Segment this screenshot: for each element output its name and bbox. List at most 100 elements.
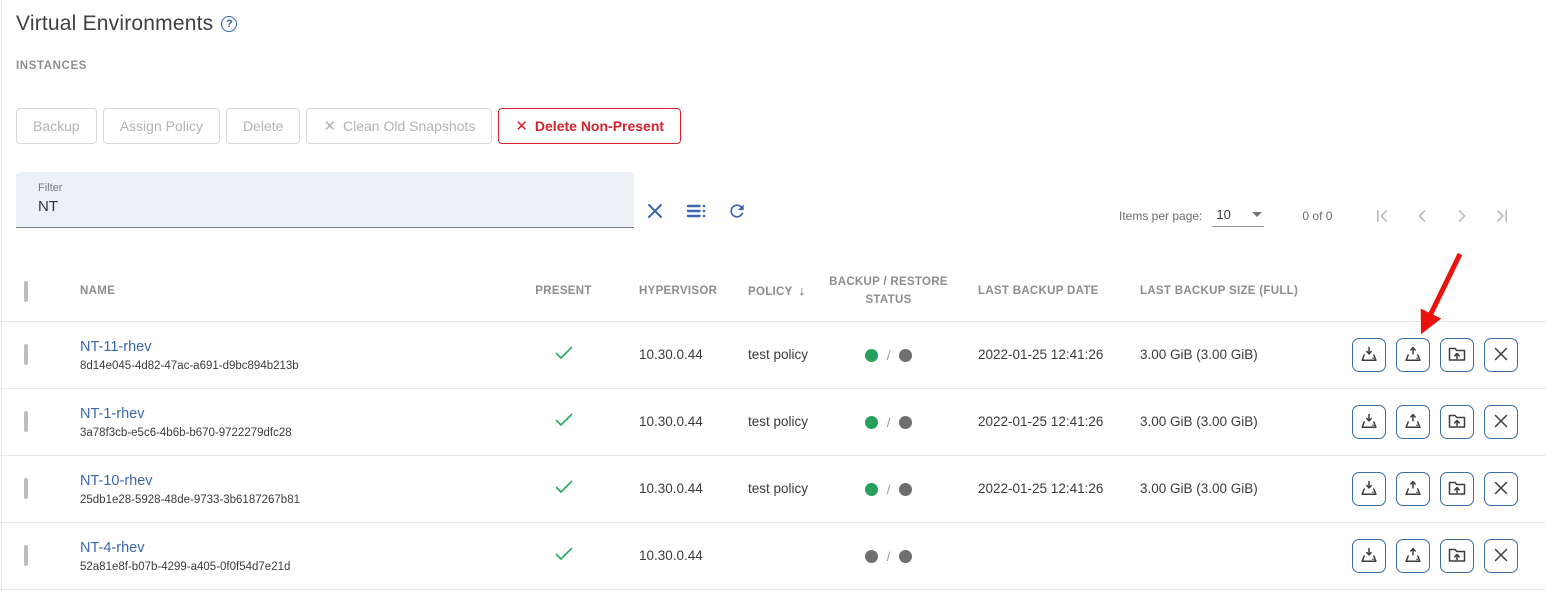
delete-action-button[interactable] (1484, 472, 1518, 506)
page-header: Virtual Environments ? (16, 12, 237, 36)
mount-file-restore-button[interactable] (1440, 539, 1474, 573)
status-slash: / (887, 549, 891, 564)
instance-uuid: 52a81e8f-b07b-4299-a405-0f0f54d7e21d (80, 561, 526, 573)
x-icon: ✕ (323, 119, 336, 134)
mount-file-restore-button[interactable] (1440, 338, 1474, 372)
delete-action-button[interactable] (1484, 338, 1518, 372)
clear-filter-icon[interactable] (643, 199, 667, 223)
hypervisor-link[interactable]: 10.30.0.44 (639, 347, 703, 362)
hypervisor-link[interactable]: 10.30.0.44 (639, 414, 703, 429)
backup-status-dot (865, 483, 878, 496)
items-per-page-label: Items per page: (1119, 209, 1202, 223)
restore-icon (1403, 344, 1423, 367)
backup-action-button[interactable] (1352, 539, 1386, 573)
refresh-icon[interactable] (725, 199, 749, 223)
last-backup-size: 3.00 GiB (3.00 GiB) (1140, 347, 1258, 362)
paginator: Items per page: 10 0 of 0 (1119, 204, 1514, 228)
clean-old-snapshots-button[interactable]: ✕ Clean Old Snapshots (306, 108, 492, 144)
delete-non-present-button[interactable]: ✕ Delete Non-Present (498, 108, 681, 144)
instance-name-link[interactable]: NT-1-rhev (80, 406, 526, 422)
select-all-checkbox[interactable] (24, 281, 28, 302)
backup-restore-status: / (865, 482, 913, 497)
status-slash: / (887, 348, 891, 363)
help-icon[interactable]: ? (221, 16, 237, 32)
present-check-icon (555, 413, 573, 432)
restore-action-button[interactable] (1396, 539, 1430, 573)
row-checkbox[interactable] (24, 545, 28, 566)
instance-uuid: 3a78f3cb-e5c6-4b6b-b670-9722279dfc28 (80, 427, 526, 439)
instance-name-link[interactable]: NT-11-rhev (80, 339, 526, 355)
restore-icon (1403, 411, 1423, 434)
first-page-button[interactable] (1370, 204, 1394, 228)
mount-file-restore-button[interactable] (1440, 405, 1474, 439)
table-row: NT-11-rhev 8d14e045-4d82-47ac-a691-d9bc8… (0, 322, 1546, 389)
backup-button[interactable]: Backup (16, 108, 97, 144)
table-row: NT-1-rhev 3a78f3cb-e5c6-4b6b-b670-972227… (0, 389, 1546, 456)
restore-action-button[interactable] (1396, 338, 1430, 372)
items-per-page-select[interactable]: 10 (1212, 205, 1264, 227)
table-row: NT-4-rhev 52a81e8f-b07b-4299-a405-0f0f54… (0, 523, 1546, 590)
backup-status-dot (865, 550, 878, 563)
restore-icon (1403, 545, 1423, 568)
hypervisor-link[interactable]: 10.30.0.44 (639, 481, 703, 496)
policy-link[interactable]: test policy (748, 414, 808, 429)
restore-status-dot (899, 483, 912, 496)
restore-icon (1403, 478, 1423, 501)
filter-input[interactable] (38, 198, 598, 215)
restore-action-button[interactable] (1396, 405, 1430, 439)
row-checkbox[interactable] (24, 344, 28, 365)
row-checkbox[interactable] (24, 411, 28, 432)
delete-button[interactable]: Delete (226, 108, 300, 144)
header-policy[interactable]: POLICY↓ (731, 281, 826, 301)
header-backup-restore-status[interactable]: BACKUP / RESTORE STATUS (826, 274, 951, 309)
header-name[interactable]: NAME (56, 283, 526, 300)
present-check-icon (555, 346, 573, 365)
filter-field[interactable]: Filter (16, 172, 634, 228)
row-checkbox[interactable] (24, 478, 28, 499)
header-hypervisor[interactable]: HYPERVISOR (601, 283, 731, 300)
backup-restore-status: / (865, 549, 913, 564)
header-last-backup-date[interactable]: LAST BACKUP DATE (951, 283, 1121, 300)
previous-page-button[interactable] (1410, 204, 1434, 228)
table-row: NT-10-rhev 25db1e28-5928-48de-9733-3b618… (0, 456, 1546, 523)
delete-action-button[interactable] (1484, 405, 1518, 439)
sort-desc-icon: ↓ (799, 283, 806, 298)
folder-upload-icon (1447, 545, 1467, 568)
page-range-label: 0 of 0 (1302, 209, 1332, 223)
chevron-down-icon (1252, 212, 1262, 217)
column-list-icon[interactable] (684, 199, 708, 223)
header-present[interactable]: PRESENT (526, 283, 601, 300)
backup-status-dot (865, 349, 878, 362)
table-body: NT-11-rhev 8d14e045-4d82-47ac-a691-d9bc8… (0, 322, 1546, 590)
last-backup-size: 3.00 GiB (3.00 GiB) (1140, 414, 1258, 429)
backup-action-button[interactable] (1352, 472, 1386, 506)
backup-restore-status: / (865, 415, 913, 430)
next-page-button[interactable] (1450, 204, 1474, 228)
policy-link[interactable]: test policy (748, 481, 808, 496)
last-page-button[interactable] (1490, 204, 1514, 228)
folder-upload-icon (1447, 344, 1467, 367)
close-icon (1492, 479, 1510, 500)
status-slash: / (887, 415, 891, 430)
header-last-backup-size[interactable]: LAST BACKUP SIZE (FULL) (1121, 283, 1311, 300)
backup-action-button[interactable] (1352, 405, 1386, 439)
page-title: Virtual Environments (16, 12, 213, 36)
folder-upload-icon (1447, 411, 1467, 434)
present-check-icon (555, 547, 573, 566)
restore-action-button[interactable] (1396, 472, 1430, 506)
restore-status-dot (899, 550, 912, 563)
close-icon (1492, 412, 1510, 433)
backup-restore-status: / (865, 348, 913, 363)
delete-action-button[interactable] (1484, 539, 1518, 573)
mount-file-restore-button[interactable] (1440, 472, 1474, 506)
instance-name-link[interactable]: NT-4-rhev (80, 540, 526, 556)
backup-icon (1359, 411, 1379, 434)
instance-name-link[interactable]: NT-10-rhev (80, 473, 526, 489)
x-icon: ✕ (515, 119, 528, 134)
policy-link[interactable]: test policy (748, 347, 808, 362)
last-backup-date: 2022-01-25 12:41:26 (978, 347, 1103, 362)
backup-action-button[interactable] (1352, 338, 1386, 372)
assign-policy-button[interactable]: Assign Policy (103, 108, 220, 144)
hypervisor-link[interactable]: 10.30.0.44 (639, 548, 703, 563)
folder-upload-icon (1447, 478, 1467, 501)
